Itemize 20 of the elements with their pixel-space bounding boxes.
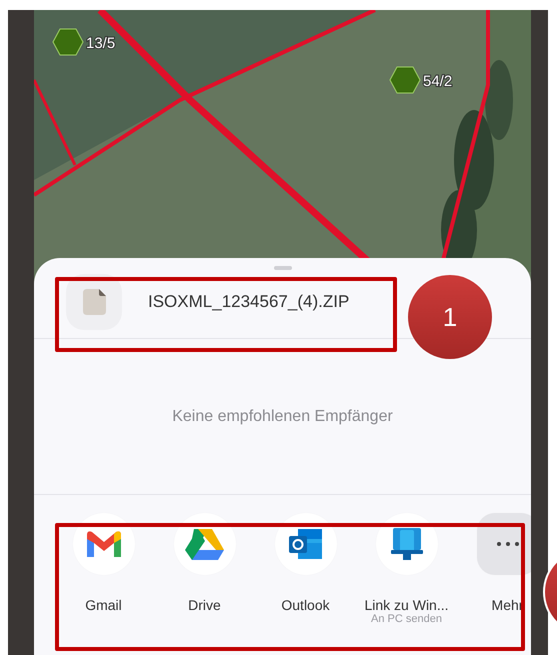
triangle-icon (184, 527, 224, 561)
app-label: Mehr (492, 597, 524, 613)
mail-icon (84, 529, 122, 559)
share-target[interactable]: Gmail (53, 513, 154, 625)
share-target[interactable]: Outlook (255, 513, 356, 625)
drag-handle[interactable] (274, 266, 292, 270)
file-name: ISOXML_1234567_(4).ZIP (148, 292, 350, 312)
more-icon (496, 542, 518, 546)
app-label: Link zu Win... (364, 597, 449, 613)
app-sublabel: An PC senden (371, 613, 442, 625)
file-icon (66, 274, 122, 330)
share-target[interactable]: Link zu Win... An PC senden (356, 513, 457, 625)
app-label: Outlook (281, 597, 330, 613)
app-label: Gmail (85, 597, 122, 613)
share-target[interactable]: Mehr (457, 513, 531, 625)
share-target[interactable]: Drive (154, 513, 255, 625)
envelope-letter-icon (288, 527, 324, 561)
monitor-icon (388, 526, 424, 562)
empty-message: Keine empfohlenen Empfänger (172, 408, 393, 426)
app-label: Drive (188, 597, 221, 613)
